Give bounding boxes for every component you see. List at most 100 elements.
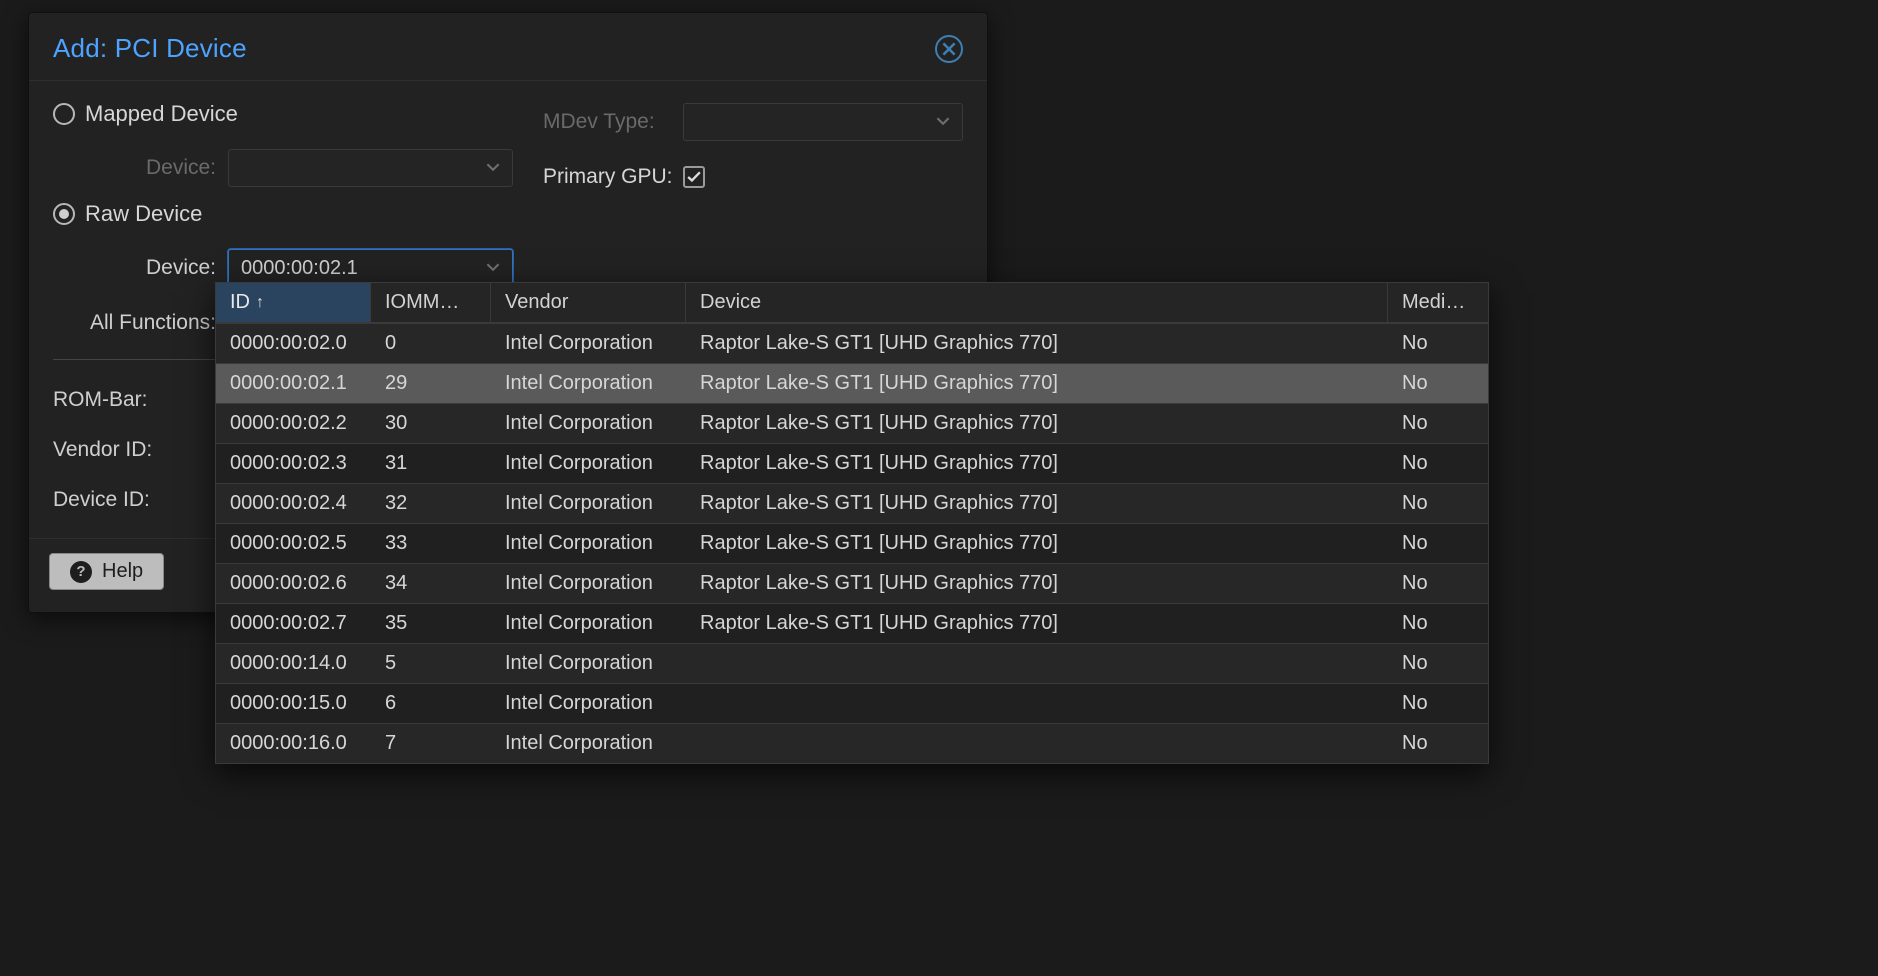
- device-dropdown-panel[interactable]: ID ↑ IOMM… Vendor Device Medi… 0000:00:0…: [215, 282, 1489, 764]
- all-functions-label: All Functions:: [53, 311, 228, 335]
- device-label: Device:: [53, 156, 228, 180]
- cell-id: 0000:00:02.5: [216, 532, 371, 555]
- cell-device: Raptor Lake-S GT1 [UHD Graphics 770]: [686, 372, 1388, 395]
- dialog-header: Add: PCI Device: [29, 13, 987, 80]
- mdev-type-row: MDev Type:: [543, 103, 963, 141]
- cell-media: No: [1388, 372, 1488, 395]
- cell-vendor: Intel Corporation: [491, 692, 686, 715]
- mapped-device-radio-row[interactable]: Mapped Device: [53, 101, 513, 127]
- cell-media: No: [1388, 572, 1488, 595]
- column-header-id[interactable]: ID ↑: [216, 283, 371, 322]
- grid-header: ID ↑ IOMM… Vendor Device Medi…: [216, 283, 1488, 323]
- column-header-vendor-label: Vendor: [505, 291, 568, 314]
- radio-icon: [53, 203, 75, 225]
- help-button-label: Help: [102, 560, 143, 583]
- table-row[interactable]: 0000:00:16.07Intel CorporationNo: [216, 723, 1488, 763]
- cell-vendor: Intel Corporation: [491, 372, 686, 395]
- close-icon: [942, 42, 956, 56]
- mdev-type-select: [683, 103, 963, 141]
- cell-id: 0000:00:15.0: [216, 692, 371, 715]
- column-header-device[interactable]: Device: [686, 283, 1388, 322]
- mapped-device-select: [228, 149, 513, 187]
- column-header-device-label: Device: [700, 291, 761, 314]
- raw-device-value: 0000:00:02.1: [241, 257, 358, 280]
- cell-vendor: Intel Corporation: [491, 452, 686, 475]
- cell-media: No: [1388, 692, 1488, 715]
- cell-device: Raptor Lake-S GT1 [UHD Graphics 770]: [686, 332, 1388, 355]
- raw-device-radio-row[interactable]: Raw Device: [53, 201, 513, 227]
- cell-iommu: 5: [371, 652, 491, 675]
- close-button[interactable]: [935, 35, 963, 63]
- primary-gpu-checkbox[interactable]: [683, 166, 705, 188]
- table-row[interactable]: 0000:00:02.533Intel CorporationRaptor La…: [216, 523, 1488, 563]
- table-row[interactable]: 0000:00:14.05Intel CorporationNo: [216, 643, 1488, 683]
- chevron-down-icon: [936, 114, 950, 131]
- column-header-media[interactable]: Medi…: [1388, 283, 1488, 322]
- vendor-id-label: Vendor ID:: [53, 438, 164, 462]
- cell-id: 0000:00:02.4: [216, 492, 371, 515]
- table-row[interactable]: 0000:00:02.00Intel CorporationRaptor Lak…: [216, 323, 1488, 363]
- cell-iommu: 29: [371, 372, 491, 395]
- cell-iommu: 31: [371, 452, 491, 475]
- column-header-iommu[interactable]: IOMM…: [371, 283, 491, 322]
- table-row[interactable]: 0000:00:02.634Intel CorporationRaptor La…: [216, 563, 1488, 603]
- mdev-type-label: MDev Type:: [543, 110, 683, 134]
- mapped-device-field: Device:: [53, 149, 513, 187]
- table-row[interactable]: 0000:00:02.129Intel CorporationRaptor La…: [216, 363, 1488, 403]
- cell-vendor: Intel Corporation: [491, 332, 686, 355]
- grid-body: 0000:00:02.00Intel CorporationRaptor Lak…: [216, 323, 1488, 763]
- cell-vendor: Intel Corporation: [491, 532, 686, 555]
- chevron-down-icon: [486, 260, 500, 277]
- cell-iommu: 33: [371, 532, 491, 555]
- help-icon: ?: [70, 561, 92, 583]
- cell-media: No: [1388, 492, 1488, 515]
- table-row[interactable]: 0000:00:02.432Intel CorporationRaptor La…: [216, 483, 1488, 523]
- cell-iommu: 7: [371, 732, 491, 755]
- cell-device: Raptor Lake-S GT1 [UHD Graphics 770]: [686, 492, 1388, 515]
- cell-vendor: Intel Corporation: [491, 572, 686, 595]
- sort-ascending-icon: ↑: [256, 294, 264, 312]
- rom-bar-label: ROM-Bar:: [53, 388, 160, 412]
- cell-id: 0000:00:02.7: [216, 612, 371, 635]
- primary-gpu-label: Primary GPU:: [543, 165, 683, 189]
- column-header-vendor[interactable]: Vendor: [491, 283, 686, 322]
- cell-iommu: 34: [371, 572, 491, 595]
- column-header-media-label: Medi…: [1402, 291, 1465, 314]
- cell-id: 0000:00:02.2: [216, 412, 371, 435]
- cell-iommu: 30: [371, 412, 491, 435]
- table-row[interactable]: 0000:00:02.735Intel CorporationRaptor La…: [216, 603, 1488, 643]
- cell-device: Raptor Lake-S GT1 [UHD Graphics 770]: [686, 412, 1388, 435]
- table-row[interactable]: 0000:00:02.230Intel CorporationRaptor La…: [216, 403, 1488, 443]
- cell-media: No: [1388, 612, 1488, 635]
- cell-iommu: 6: [371, 692, 491, 715]
- cell-vendor: Intel Corporation: [491, 612, 686, 635]
- cell-iommu: 35: [371, 612, 491, 635]
- dialog-title: Add: PCI Device: [53, 33, 247, 64]
- table-row[interactable]: 0000:00:15.06Intel Corporation No: [216, 683, 1488, 723]
- cell-media: No: [1388, 412, 1488, 435]
- cell-vendor: Intel Corporation: [491, 412, 686, 435]
- cell-media: No: [1388, 332, 1488, 355]
- column-header-id-label: ID: [230, 291, 250, 314]
- cell-device: Raptor Lake-S GT1 [UHD Graphics 770]: [686, 532, 1388, 555]
- chevron-down-icon: [486, 160, 500, 177]
- cell-media: No: [1388, 652, 1488, 675]
- column-header-iommu-label: IOMM…: [385, 291, 459, 314]
- device-id-label: Device ID:: [53, 488, 162, 512]
- cell-id: 0000:00:02.3: [216, 452, 371, 475]
- cell-vendor: Intel Corporation: [491, 732, 686, 755]
- primary-gpu-row: Primary GPU:: [543, 165, 963, 189]
- cell-id: 0000:00:02.0: [216, 332, 371, 355]
- cell-id: 0000:00:14.0: [216, 652, 371, 675]
- cell-vendor: Intel Corporation: [491, 492, 686, 515]
- cell-iommu: 0: [371, 332, 491, 355]
- radio-icon: [53, 103, 75, 125]
- cell-id: 0000:00:02.1: [216, 372, 371, 395]
- table-row[interactable]: 0000:00:02.331Intel CorporationRaptor La…: [216, 443, 1488, 483]
- raw-device-radio-label: Raw Device: [85, 201, 202, 227]
- cell-device: Raptor Lake-S GT1 [UHD Graphics 770]: [686, 612, 1388, 635]
- cell-media: No: [1388, 452, 1488, 475]
- cell-media: No: [1388, 532, 1488, 555]
- cell-id: 0000:00:02.6: [216, 572, 371, 595]
- help-button[interactable]: ? Help: [49, 553, 164, 590]
